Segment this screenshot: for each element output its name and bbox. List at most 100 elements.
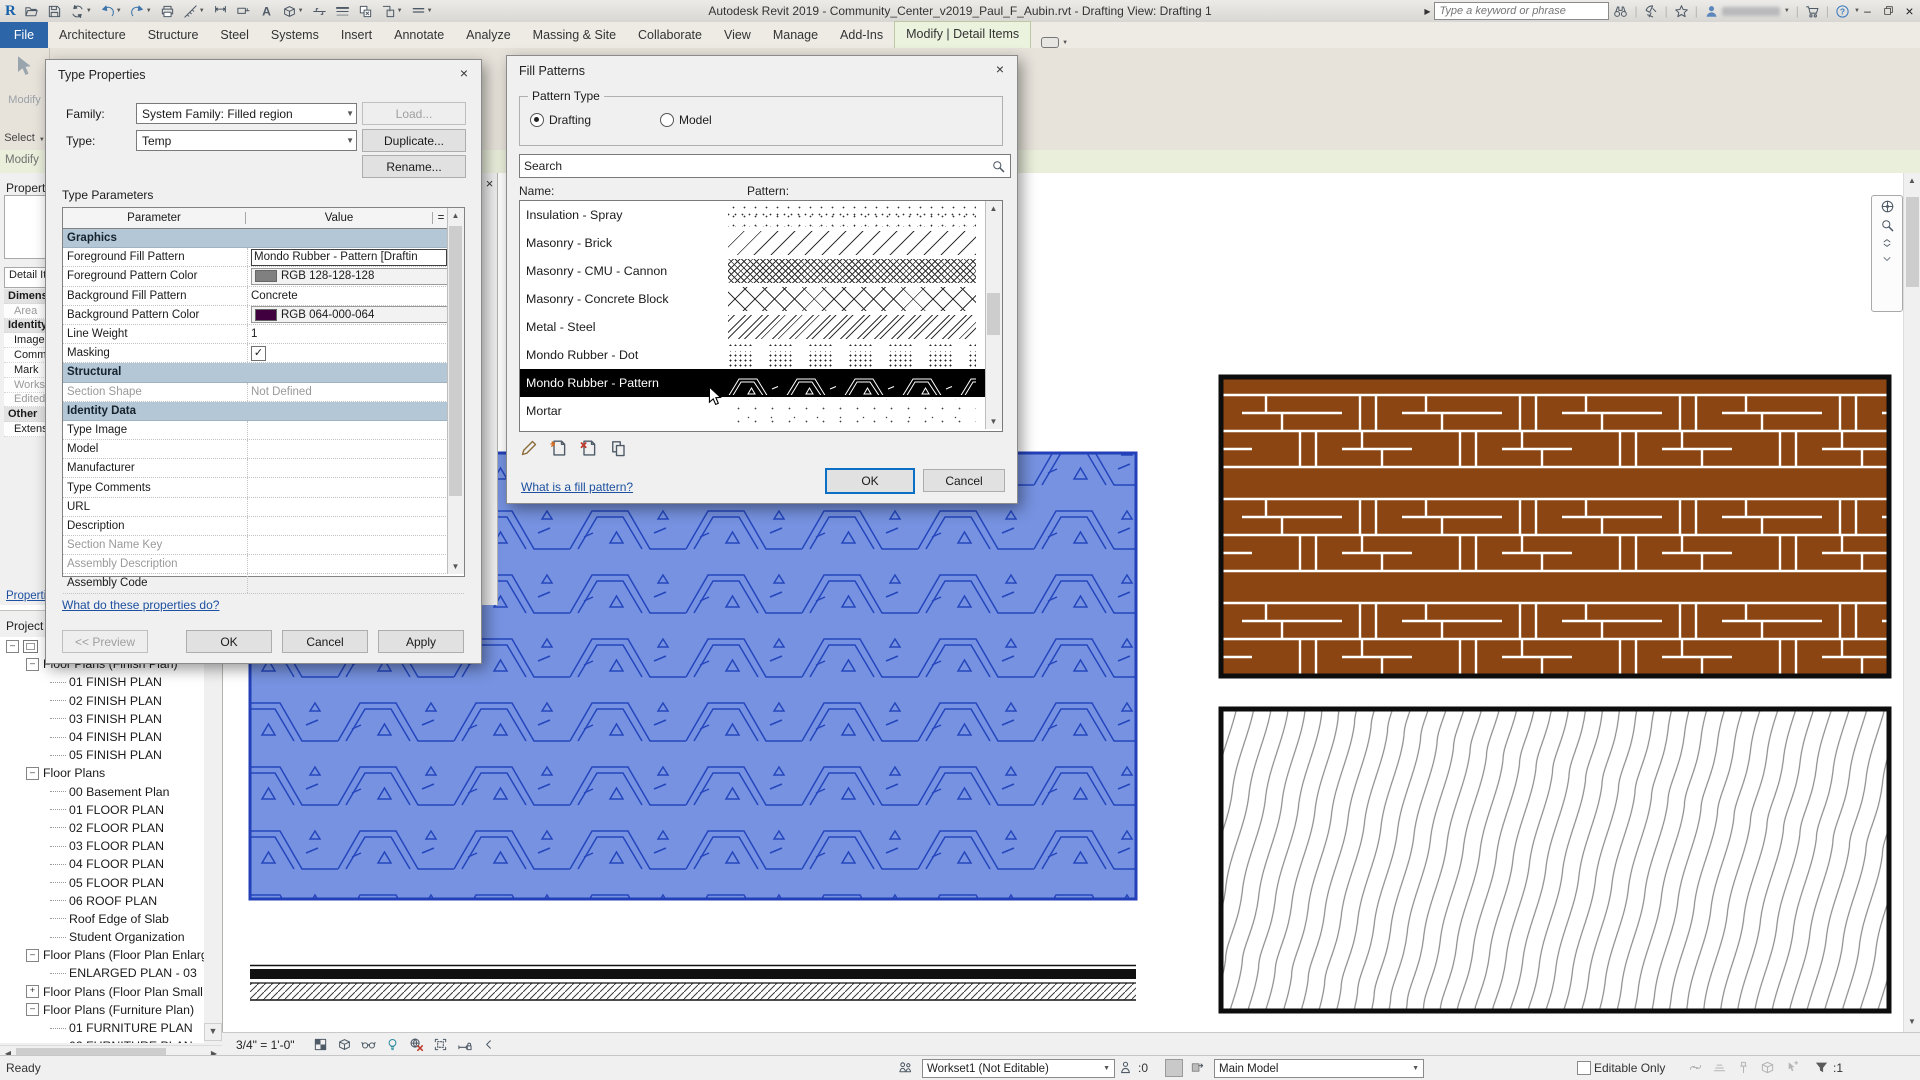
properties-help-link[interactable]: Properti	[6, 590, 46, 602]
scrollbar-thumb[interactable]	[449, 226, 462, 496]
parameter-group-row[interactable]: Structural	[63, 363, 464, 382]
temporary-hide-isolate-button[interactable]	[357, 1035, 381, 1055]
design-options-button[interactable]	[1165, 1059, 1183, 1077]
search-input[interactable]	[1434, 2, 1609, 20]
close-button[interactable]: ×	[1899, 0, 1920, 21]
tree-item[interactable]: Roof Edge of Slab	[0, 910, 204, 928]
value-editbox[interactable]: Mondo Rubber - Pattern [Draftin	[251, 249, 447, 266]
tree-item-label[interactable]: 01 FLOOR PLAN	[69, 803, 164, 817]
fill-pattern-row[interactable]: Masonry - CMU - Cannon	[520, 257, 1002, 285]
tree-item[interactable]: 02 FLOOR PLAN	[0, 819, 204, 837]
tree-item-label[interactable]: 03 FLOOR PLAN	[69, 839, 164, 853]
tree-item-label[interactable]: Floor Plans (Floor Plan Enlarg	[43, 948, 204, 962]
parameter-row[interactable]: Background Pattern ColorRGB 064-000-064	[63, 306, 464, 325]
select-panel-label[interactable]: Select ▼	[0, 132, 49, 144]
duplicate-pattern-button[interactable]	[609, 438, 629, 461]
infocenter-expand-icon[interactable]: ▶	[1424, 7, 1430, 16]
apply-button[interactable]: Apply	[378, 630, 464, 653]
tree-toggle-icon[interactable]: +	[26, 985, 39, 998]
tree-item-label[interactable]: 04 FINISH PLAN	[69, 730, 162, 744]
tree-item-label[interactable]: Floor Plans (Floor Plan Small S	[43, 985, 204, 999]
color-value-button[interactable]: RGB 128-128-128	[251, 268, 451, 285]
type-dropdown[interactable]: Temp▼	[136, 130, 357, 151]
tree-item[interactable]: 03 FINISH PLAN	[0, 710, 204, 728]
tree-item[interactable]: –Floor Plans (Floor Plan Enlarg	[0, 946, 204, 964]
customize-qat-button[interactable]: ▼	[408, 2, 436, 21]
text-note-button[interactable]: A	[256, 2, 277, 21]
fill-pattern-row[interactable]: Insulation - Spray	[520, 201, 1002, 229]
tab-structure[interactable]: Structure	[137, 22, 210, 48]
drag-elements-on-selection-toggle[interactable]	[1784, 1060, 1799, 1078]
design-option-dropdown[interactable]: Main Model▼	[1214, 1059, 1424, 1078]
scroll-down-icon[interactable]: ▼	[986, 414, 1001, 429]
scroll-up-icon[interactable]: ▲	[1905, 174, 1919, 187]
scrollbar-thumb[interactable]	[987, 293, 1000, 335]
tab-file[interactable]: File	[0, 22, 48, 48]
communication-center-button[interactable]	[1644, 4, 1659, 19]
fill-pattern-row[interactable]: Masonry - Concrete Block	[520, 285, 1002, 313]
ok-button[interactable]: OK	[186, 630, 272, 653]
fill-pattern-row[interactable]: Masonry - Brick	[520, 229, 1002, 257]
parameter-row[interactable]: Section ShapeNot Defined	[63, 383, 464, 402]
tab-massing-site[interactable]: Massing & Site	[522, 22, 627, 48]
tab-insert[interactable]: Insert	[330, 22, 383, 48]
section-button[interactable]	[309, 2, 330, 21]
fill-pattern-row[interactable]: Mondo Rubber - Pattern	[520, 369, 1002, 397]
tree-item-label[interactable]: 02 FURNITURE PLAN	[69, 1039, 193, 1043]
tree-item[interactable]: –Floor Plans	[0, 764, 204, 782]
color-value-button[interactable]: RGB 064-000-064	[251, 306, 451, 323]
tree-toggle-icon[interactable]: –	[26, 1003, 39, 1016]
search-button[interactable]	[1613, 4, 1628, 19]
cancel-button[interactable]: Cancel	[282, 630, 368, 653]
reveal-hidden-elements-button[interactable]	[381, 1035, 405, 1055]
canvas-vertical-scrollbar[interactable]: ▲ ▼	[1903, 173, 1920, 1032]
load-button[interactable]: Load...	[362, 102, 466, 125]
default-3d-view-button[interactable]: ▼	[279, 2, 307, 21]
fill-pattern-help-link[interactable]: What is a fill pattern?	[521, 480, 633, 494]
navigation-wheel-icon[interactable]	[1880, 199, 1895, 214]
parameter-group-row[interactable]: Graphics	[63, 229, 464, 248]
tree-item-label[interactable]: Roof Edge of Slab	[69, 912, 169, 926]
tree-item-label[interactable]: 02 FINISH PLAN	[69, 694, 162, 708]
masking-checkbox[interactable]: ✓	[251, 346, 266, 361]
selection-filter-icon[interactable]	[1814, 1060, 1829, 1075]
tab-annotate[interactable]: Annotate	[383, 22, 455, 48]
save-button[interactable]	[44, 2, 65, 21]
select-pinned-elements-toggle[interactable]	[1736, 1060, 1751, 1078]
parameter-row[interactable]: Assembly Description	[63, 555, 464, 574]
tree-item-label[interactable]: Floor Plans	[43, 766, 105, 780]
print-button[interactable]	[157, 2, 178, 21]
scroll-up-icon[interactable]: ▲	[986, 201, 1001, 216]
fill-pattern-row[interactable]: Metal - Steel	[520, 313, 1002, 341]
parameter-row[interactable]: Manufacturer	[63, 459, 464, 478]
redo-button[interactable]: ▼	[127, 2, 155, 21]
preview-button[interactable]: << Preview	[62, 630, 148, 653]
parameter-row[interactable]: Line Weight1	[63, 325, 464, 344]
parameter-row[interactable]: Type Image	[63, 421, 464, 440]
crop-view-button[interactable]	[429, 1035, 453, 1055]
tab-add-ins[interactable]: Add-Ins	[829, 22, 894, 48]
tab-view[interactable]: View	[713, 22, 762, 48]
tree-item-label[interactable]: 06 ROOF PLAN	[69, 894, 157, 908]
tree-item[interactable]: 02 FURNITURE PLAN	[0, 1037, 204, 1043]
editing-requests-icon[interactable]	[1118, 1060, 1133, 1075]
tree-item[interactable]: 00 Basement Plan	[0, 783, 204, 801]
navbar-expand-icon[interactable]	[1881, 237, 1893, 249]
tree-item[interactable]: 01 FINISH PLAN	[0, 673, 204, 691]
tab-manage[interactable]: Manage	[762, 22, 829, 48]
tree-item[interactable]: 01 FURNITURE PLAN	[0, 1019, 204, 1037]
tree-item-label[interactable]: 01 FURNITURE PLAN	[69, 1021, 193, 1035]
family-dropdown[interactable]: System Family: Filled region▼	[136, 103, 357, 124]
tree-item[interactable]: 04 FINISH PLAN	[0, 728, 204, 746]
view-scale-button[interactable]: 3/4" = 1'-0"	[236, 1038, 295, 1052]
value-column-header[interactable]: Value	[246, 212, 433, 224]
active-design-option-icon[interactable]	[1190, 1060, 1205, 1075]
tree-item-label[interactable]: ENLARGED PLAN - 03	[69, 966, 197, 980]
aligned-dimension-button[interactable]	[210, 2, 231, 21]
parameter-row[interactable]: Section Name Key	[63, 536, 464, 555]
undo-button[interactable]: ▼	[97, 2, 125, 21]
tab-modify-detail-items[interactable]: Modify | Detail Items	[894, 21, 1031, 48]
parameter-row[interactable]: URL	[63, 498, 464, 517]
select-elements-by-face-toggle[interactable]	[1760, 1060, 1775, 1078]
tree-toggle-icon[interactable]: –	[26, 949, 39, 962]
